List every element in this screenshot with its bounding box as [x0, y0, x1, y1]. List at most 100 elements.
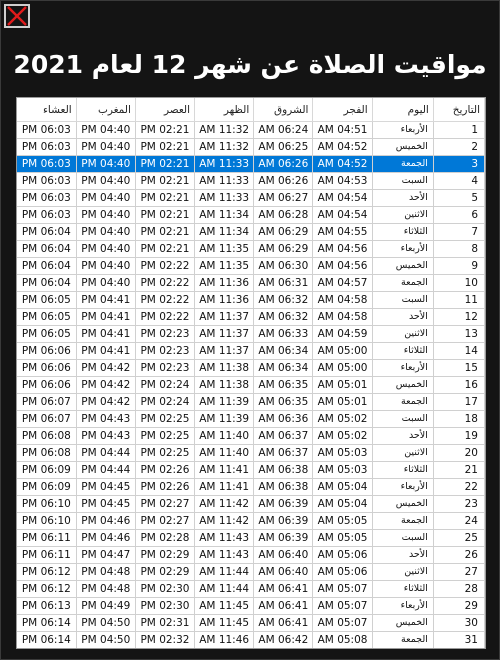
cell-dhuhr[interactable]: AM 11:42 [194, 495, 255, 513]
table-row[interactable]: PM 06:14 PM 04:50 PM 02:31 AM 11:45 AM 06:41… [17, 614, 485, 632]
table-row[interactable]: PM 06:06 PM 04:41 PM 02:23 AM 11:37 AM 06:34… [17, 342, 485, 360]
cell-sunrise[interactable]: AM 06:38 [253, 461, 314, 479]
cell-isha[interactable]: PM 06:14 [17, 614, 77, 632]
cell-day[interactable]: الأربعاء [372, 359, 434, 377]
cell-fajr[interactable]: AM 05:05 [312, 529, 373, 547]
cell-date[interactable]: 7 [433, 223, 485, 241]
cell-sunrise[interactable]: AM 06:34 [253, 342, 314, 360]
cell-fajr[interactable]: AM 04:52 [312, 155, 373, 173]
cell-maghrib[interactable]: PM 04:42 [76, 359, 136, 377]
cell-date[interactable]: 22 [433, 478, 485, 496]
cell-asr[interactable]: PM 02:29 [135, 563, 196, 581]
cell-isha[interactable]: PM 06:12 [17, 580, 77, 598]
cell-day[interactable]: الثلاثاء [372, 461, 434, 479]
cell-sunrise[interactable]: AM 06:26 [253, 155, 314, 173]
cell-dhuhr[interactable]: AM 11:37 [194, 342, 255, 360]
cell-asr[interactable]: PM 02:28 [135, 529, 196, 547]
cell-sunrise[interactable]: AM 06:40 [253, 563, 314, 581]
cell-asr[interactable]: PM 02:21 [135, 155, 196, 173]
cell-dhuhr[interactable]: AM 11:41 [194, 478, 255, 496]
cell-dhuhr[interactable]: AM 11:34 [194, 223, 255, 241]
cell-asr[interactable]: PM 02:21 [135, 206, 196, 224]
table-row[interactable]: PM 06:13 PM 04:49 PM 02:30 AM 11:45 AM 06:41… [17, 597, 485, 615]
cell-asr[interactable]: PM 02:24 [135, 376, 196, 394]
cell-maghrib[interactable]: PM 04:42 [76, 393, 136, 411]
cell-fajr[interactable]: AM 04:53 [312, 172, 373, 190]
cell-isha[interactable]: PM 06:09 [17, 461, 77, 479]
cell-day[interactable]: الثلاثاء [372, 342, 434, 360]
cell-day[interactable]: الجمعة [372, 393, 434, 411]
cell-date[interactable]: 17 [433, 393, 485, 411]
cell-fajr[interactable]: AM 04:59 [312, 325, 373, 343]
cell-maghrib[interactable]: PM 04:49 [76, 597, 136, 615]
cell-maghrib[interactable]: PM 04:40 [76, 257, 136, 275]
cell-isha[interactable]: PM 06:03 [17, 189, 77, 207]
cell-maghrib[interactable]: PM 04:50 [76, 631, 136, 648]
cell-date[interactable]: 3 [433, 155, 485, 173]
cell-fajr[interactable]: AM 04:51 [312, 121, 373, 139]
cell-sunrise[interactable]: AM 06:41 [253, 614, 314, 632]
cell-maghrib[interactable]: PM 04:41 [76, 308, 136, 326]
header-dhuhr[interactable]: الظهر [194, 98, 255, 122]
cell-dhuhr[interactable]: AM 11:44 [194, 580, 255, 598]
cell-maghrib[interactable]: PM 04:44 [76, 461, 136, 479]
cell-dhuhr[interactable]: AM 11:43 [194, 529, 255, 547]
cell-asr[interactable]: PM 02:26 [135, 461, 196, 479]
cell-date[interactable]: 5 [433, 189, 485, 207]
cell-sunrise[interactable]: AM 06:33 [253, 325, 314, 343]
cell-day[interactable]: السبت [372, 410, 434, 428]
cell-sunrise[interactable]: AM 06:32 [253, 291, 314, 309]
cell-asr[interactable]: PM 02:30 [135, 580, 196, 598]
cell-maghrib[interactable]: PM 04:40 [76, 155, 136, 173]
prayer-times-grid[interactable]: العشاء المغرب العصر الظهر الشروق الفجر ا… [16, 97, 486, 649]
table-row[interactable]: PM 06:11 PM 04:46 PM 02:28 AM 11:43 AM 06:39… [17, 529, 485, 547]
cell-day[interactable]: الثلاثاء [372, 580, 434, 598]
table-row[interactable]: PM 06:04 PM 04:40 PM 02:22 AM 11:35 AM 06:30… [17, 257, 485, 275]
cell-dhuhr[interactable]: AM 11:45 [194, 597, 255, 615]
cell-isha[interactable]: PM 06:10 [17, 495, 77, 513]
cell-fajr[interactable]: AM 05:04 [312, 478, 373, 496]
cell-maghrib[interactable]: PM 04:47 [76, 546, 136, 564]
cell-sunrise[interactable]: AM 06:37 [253, 427, 314, 445]
header-fajr[interactable]: الفجر [312, 98, 373, 122]
cell-dhuhr[interactable]: AM 11:36 [194, 274, 255, 292]
cell-isha[interactable]: PM 06:11 [17, 546, 77, 564]
cell-fajr[interactable]: AM 05:03 [312, 461, 373, 479]
table-row[interactable]: PM 06:07 PM 04:42 PM 02:24 AM 11:39 AM 06:35… [17, 393, 485, 411]
close-icon[interactable] [6, 6, 28, 26]
cell-fajr[interactable]: AM 05:03 [312, 444, 373, 462]
cell-sunrise[interactable]: AM 06:26 [253, 172, 314, 190]
cell-date[interactable]: 6 [433, 206, 485, 224]
cell-day[interactable]: الخميس [372, 495, 434, 513]
cell-fajr[interactable]: AM 04:58 [312, 308, 373, 326]
table-row[interactable]: PM 06:08 PM 04:44 PM 02:25 AM 11:40 AM 06:37… [17, 444, 485, 462]
cell-sunrise[interactable]: AM 06:41 [253, 580, 314, 598]
cell-sunrise[interactable]: AM 06:29 [253, 240, 314, 258]
table-row[interactable]: PM 06:03 PM 04:40 PM 02:21 AM 11:33 AM 06:27… [17, 189, 485, 207]
cell-fajr[interactable]: AM 04:57 [312, 274, 373, 292]
cell-dhuhr[interactable]: AM 11:45 [194, 614, 255, 632]
cell-dhuhr[interactable]: AM 11:33 [194, 155, 255, 173]
cell-maghrib[interactable]: PM 04:40 [76, 206, 136, 224]
cell-sunrise[interactable]: AM 06:30 [253, 257, 314, 275]
header-date[interactable]: التاريخ [433, 98, 485, 122]
cell-dhuhr[interactable]: AM 11:39 [194, 410, 255, 428]
cell-asr[interactable]: PM 02:25 [135, 410, 196, 428]
cell-sunrise[interactable]: AM 06:36 [253, 410, 314, 428]
cell-day[interactable]: الأحد [372, 427, 434, 445]
table-row[interactable]: PM 06:08 PM 04:43 PM 02:25 AM 11:40 AM 06:37… [17, 427, 485, 445]
cell-date[interactable]: 24 [433, 512, 485, 530]
cell-asr[interactable]: PM 02:21 [135, 223, 196, 241]
table-row[interactable]: PM 06:14 PM 04:50 PM 02:32 AM 11:46 AM 06:42… [17, 631, 485, 648]
table-row[interactable]: PM 06:10 PM 04:46 PM 02:27 AM 11:42 AM 06:39… [17, 512, 485, 530]
cell-sunrise[interactable]: AM 06:25 [253, 138, 314, 156]
cell-dhuhr[interactable]: AM 11:46 [194, 631, 255, 648]
cell-fajr[interactable]: AM 05:00 [312, 342, 373, 360]
table-row[interactable]: PM 06:12 PM 04:48 PM 02:29 AM 11:44 AM 06:40… [17, 563, 485, 581]
cell-isha[interactable]: PM 06:06 [17, 359, 77, 377]
table-row[interactable]: PM 06:03 PM 04:40 PM 02:21 AM 11:32 AM 06:25… [17, 138, 485, 156]
cell-date[interactable]: 13 [433, 325, 485, 343]
cell-asr[interactable]: PM 02:30 [135, 597, 196, 615]
cell-fajr[interactable]: AM 04:56 [312, 240, 373, 258]
cell-day[interactable]: الخميس [372, 257, 434, 275]
